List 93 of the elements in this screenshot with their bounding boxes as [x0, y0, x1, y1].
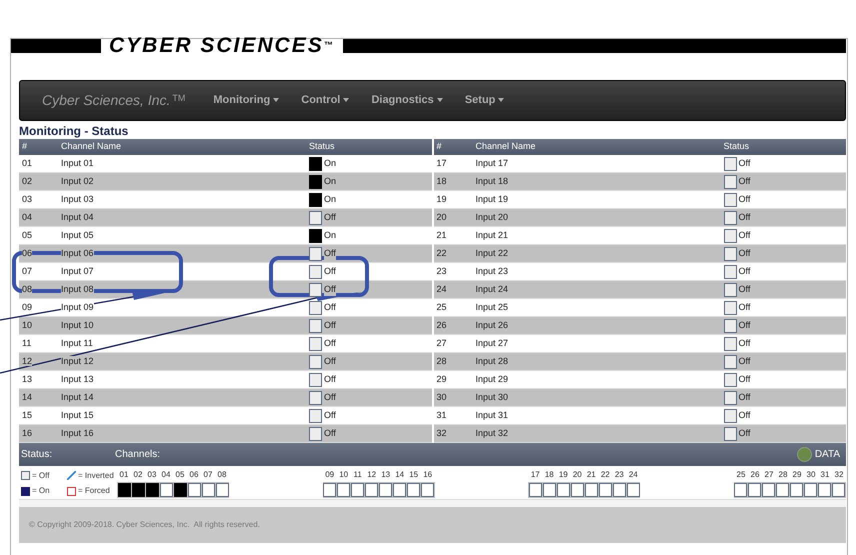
channel-name: Input 11 [61, 338, 93, 348]
channel-name: Input 03 [61, 194, 94, 204]
nav-menu[interactable]: Diagnostics [371, 92, 443, 109]
copyright-text: © Copyright 2009-2018. Cyber Sciences, Inc. All rights reserved. [29, 519, 260, 531]
channel-name: Input 32 [476, 428, 508, 438]
channel-number: 02 [22, 176, 32, 186]
channel-name: Input 31 [476, 410, 508, 420]
channel-name: Input 23 [476, 266, 508, 276]
data-led-icon [796, 447, 812, 462]
channel-number: 29 [436, 374, 447, 384]
channel-number: 26 [436, 320, 447, 330]
page-title: Monitoring - Status [19, 124, 130, 139]
off-swatch-icon [21, 471, 30, 480]
legend-label: = Off [32, 470, 50, 482]
channel-number: 27 [436, 338, 447, 348]
nav-menu[interactable]: Monitoring [213, 92, 280, 109]
channel-name: Input 18 [476, 176, 508, 186]
data-label: DATA [814, 448, 840, 462]
channel-number: 16 [22, 428, 32, 438]
channel-number: 11 [22, 338, 32, 348]
logo-text: CYBER SCIENCES$^{™}$ [109, 33, 335, 60]
channel-number: 17 [436, 158, 447, 168]
channel-name: Input 07 [61, 266, 94, 276]
channel-name: Input 09 [61, 302, 94, 312]
channel-number: 22 [436, 248, 447, 258]
channel-name: Input 10 [61, 320, 94, 330]
nav-menu[interactable]: Setup [464, 92, 504, 109]
channel-number: 04 [22, 212, 32, 222]
channel-name: Input 12 [61, 356, 94, 366]
column-header: Channel Name [61, 141, 122, 152]
channel-name: Input 08 [61, 284, 94, 294]
channel-number: 31 [436, 410, 447, 420]
channel-name: Input 28 [476, 356, 508, 366]
channels-label: Channels: [115, 448, 162, 462]
channel-name: Input 25 [476, 302, 508, 312]
channel-name: Input 16 [61, 428, 94, 438]
channel-number: 14 [22, 392, 32, 402]
channel-number: 20 [436, 212, 447, 222]
status-label: Status: [21, 448, 54, 462]
channel-name: Input 04 [61, 212, 94, 222]
brand-link[interactable]: Cyber Sciences, Inc.$^{TM}$ [42, 90, 186, 111]
column-header: Channel Name [476, 141, 536, 152]
channel-name: Input 26 [476, 320, 508, 330]
status-text: Off [324, 246, 336, 260]
channel-number: 10 [22, 320, 32, 330]
channel-name: Input 02 [61, 176, 94, 186]
channel-number: 12 [22, 356, 32, 366]
column-header: # [436, 141, 442, 152]
channel-name: Input 29 [476, 374, 508, 384]
caret-icon [436, 98, 443, 102]
channel-number: 09 [22, 302, 32, 312]
channel-number: 25 [436, 302, 447, 312]
legend-label: = Forced [78, 485, 110, 498]
channel-name: Input 01 [61, 158, 94, 168]
channel-name: Input 15 [61, 410, 94, 420]
channel-name: Input 27 [476, 338, 508, 348]
channel-number: 30 [436, 392, 447, 402]
channel-name: Input 06 [61, 248, 94, 258]
channel-number: 13 [22, 374, 32, 384]
channel-number: 08 [22, 284, 32, 294]
channel-number: 15 [22, 410, 32, 420]
nav-menu[interactable]: Control [301, 92, 350, 109]
channel-number: 28 [436, 356, 447, 366]
legend-label: = On [32, 485, 50, 498]
channel-name: Input 13 [61, 374, 94, 384]
channel-name: Input 14 [61, 392, 94, 402]
channel-name: Input 17 [476, 158, 508, 168]
channel-number: 07 [22, 266, 32, 276]
channel-name: Input 20 [476, 212, 508, 222]
column-header: # [22, 141, 28, 152]
channel-name: Input 30 [476, 392, 508, 402]
channel-name: Input 22 [476, 248, 508, 258]
channel-name: Input 05 [61, 230, 94, 240]
caret-icon [343, 98, 350, 102]
column-header: Status [309, 141, 335, 152]
legend-label: = Inverted [78, 470, 114, 482]
channel-number: 05 [22, 230, 32, 240]
channel-number: 06 [22, 248, 32, 258]
channel-number: 18 [436, 176, 447, 186]
channel-name: Input 19 [476, 194, 508, 204]
channel-number: 21 [436, 230, 447, 240]
caret-icon [273, 98, 280, 102]
channel-number: 24 [436, 284, 447, 294]
channel-number: 19 [436, 194, 447, 204]
channel-name: Input 24 [476, 284, 508, 294]
channel-number: 03 [22, 194, 32, 204]
channel-number: 01 [22, 158, 32, 168]
channel-number: 23 [436, 266, 447, 276]
column-header: Status [724, 141, 750, 152]
status-text: Off [324, 282, 336, 296]
channel-name: Input 21 [476, 230, 508, 240]
channel-number: 32 [436, 428, 447, 438]
caret-icon [498, 98, 504, 102]
